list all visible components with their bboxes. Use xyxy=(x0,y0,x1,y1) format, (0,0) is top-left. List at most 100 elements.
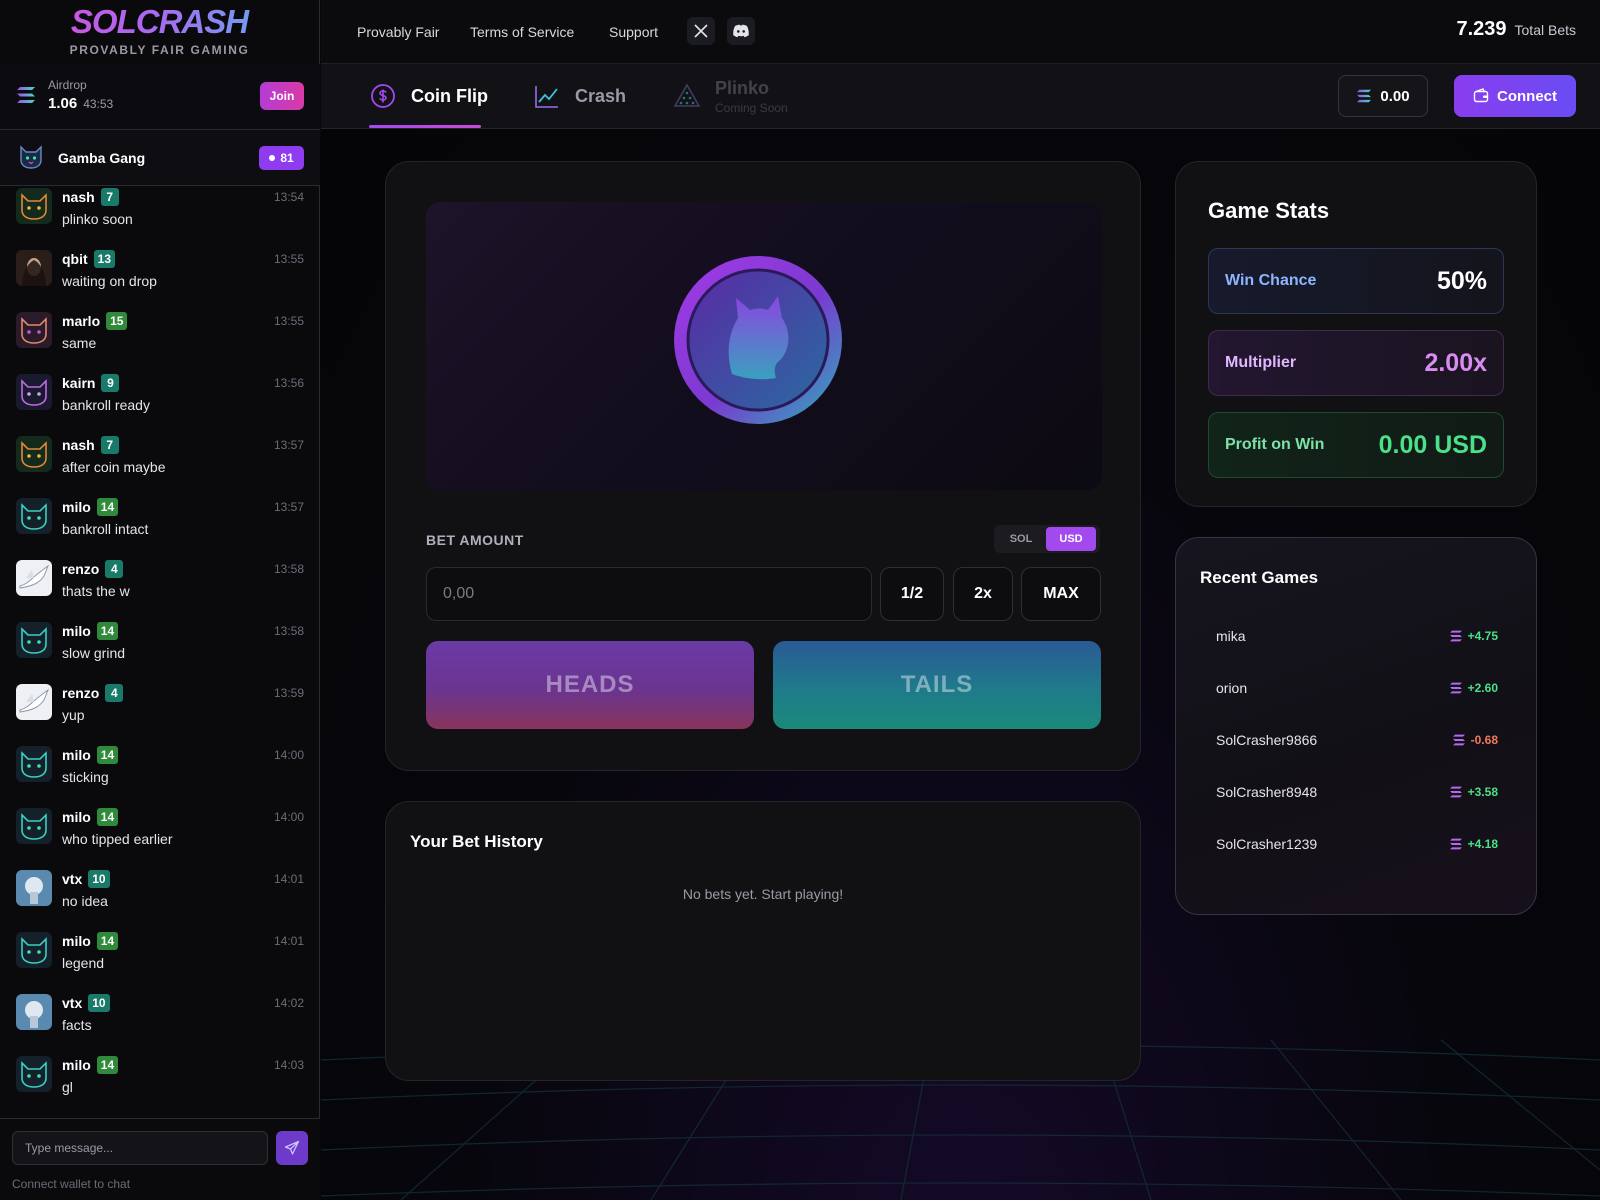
chat-username[interactable]: renzo 4 xyxy=(62,684,124,702)
chat-message-text: slow grind xyxy=(62,645,126,661)
recent-game-user[interactable]: orion xyxy=(1216,680,1247,696)
avatar[interactable] xyxy=(16,994,52,1030)
heads-button[interactable]: HEADS xyxy=(426,641,754,729)
recent-game-user[interactable]: SolCrasher9866 xyxy=(1216,732,1317,748)
chat-message-text: plinko soon xyxy=(62,211,133,227)
level-badge: 14 xyxy=(96,498,119,516)
avatar[interactable] xyxy=(16,684,52,720)
avatar[interactable] xyxy=(16,436,52,472)
currency-usd-option[interactable]: USD xyxy=(1046,527,1096,551)
total-bets-label: Total Bets xyxy=(1514,22,1576,38)
chat-username[interactable]: renzo 4 xyxy=(62,560,124,578)
x-twitter-button[interactable] xyxy=(687,17,715,45)
recent-game-user[interactable]: SolCrasher1239 xyxy=(1216,836,1317,852)
recent-game-user[interactable]: mika xyxy=(1216,628,1246,644)
avatar[interactable] xyxy=(16,312,52,348)
chat-message-input[interactable] xyxy=(12,1131,268,1165)
connect-wallet-button[interactable]: Connect xyxy=(1454,75,1576,117)
bet-history-title: Your Bet History xyxy=(410,832,543,851)
recent-games-list[interactable]: mika +4.75 orion +2.60 SolCrasher9866 -0.68 So… xyxy=(1200,610,1512,886)
username-text: marlo xyxy=(62,313,101,329)
chat-username[interactable]: milo 14 xyxy=(62,932,119,950)
chat-username[interactable]: milo 14 xyxy=(62,746,119,764)
logo-tagline: PROVABLY FAIR GAMING xyxy=(69,43,250,57)
bet-history-empty-message: No bets yet. Start playing! xyxy=(682,886,844,902)
chat-message-text: facts xyxy=(62,1017,92,1033)
chat-username[interactable]: qbit 13 xyxy=(62,250,116,268)
abstract-avatar-icon xyxy=(16,994,52,1030)
cat-avatar-icon xyxy=(16,312,52,348)
chat-username[interactable]: nash 7 xyxy=(62,436,119,454)
main-content: BET AMOUNT SOL USD 1/2 2x MAX HEADS TAIL… xyxy=(321,129,1600,1200)
airdrop-label: Airdrop xyxy=(48,78,87,92)
profit-on-win-stat: Profit on Win 0.00 USD xyxy=(1208,412,1504,478)
chat-username[interactable]: vtx 10 xyxy=(62,994,110,1012)
avatar[interactable] xyxy=(16,374,52,410)
chat-message-text: after coin maybe xyxy=(62,459,166,475)
chat-username[interactable]: milo 14 xyxy=(62,622,119,640)
chat-message-text: legend xyxy=(62,955,105,971)
bet-amount-input[interactable] xyxy=(426,567,872,621)
nav-provably-fair[interactable]: Provably Fair xyxy=(357,24,439,40)
avatar[interactable] xyxy=(16,870,52,906)
chat-message-text: sticking xyxy=(62,769,109,785)
avatar[interactable] xyxy=(16,1056,52,1092)
join-airdrop-button[interactable]: Join xyxy=(260,82,304,110)
chat-timestamp: 13:54 xyxy=(273,190,304,204)
avatar[interactable] xyxy=(16,932,52,968)
discord-button[interactable] xyxy=(727,17,755,45)
avatar[interactable] xyxy=(16,560,52,596)
level-badge: 4 xyxy=(105,684,124,702)
avatar[interactable] xyxy=(16,622,52,658)
chat-username[interactable]: kairn 9 xyxy=(62,374,120,392)
chat-username[interactable]: vtx 10 xyxy=(62,870,110,888)
chat-username[interactable]: nash 7 xyxy=(62,188,119,206)
nav-terms-of-service[interactable]: Terms of Service xyxy=(470,24,574,40)
tab-crash[interactable]: Crash xyxy=(533,80,626,128)
chat-username[interactable]: marlo 15 xyxy=(62,312,128,330)
tab-plinko-coming-soon: Coming Soon xyxy=(715,101,788,115)
avatar[interactable] xyxy=(16,250,52,286)
bird-avatar-icon xyxy=(16,684,52,720)
chat-timestamp: 13:59 xyxy=(273,686,304,700)
recent-game-amount: +2.60 xyxy=(1449,681,1498,695)
half-bet-button[interactable]: 1/2 xyxy=(880,567,944,621)
send-message-button[interactable] xyxy=(276,1131,308,1165)
max-bet-button[interactable]: MAX xyxy=(1021,567,1101,621)
chat-username[interactable]: milo 14 xyxy=(62,1056,119,1074)
chatroom-header: Gamba Gang 81 xyxy=(0,130,320,186)
chat-message-text: same xyxy=(62,335,97,351)
username-text: nash xyxy=(62,437,95,453)
chat-username[interactable]: milo 14 xyxy=(62,498,119,516)
chat-message: milo 14 slow grind 13:58 xyxy=(0,620,320,682)
wallet-balance[interactable]: 0.00 xyxy=(1338,75,1428,117)
chat-message-list[interactable]: nash 7 plinko soon 13:54 qbit 13 waiting on dr… xyxy=(0,186,320,1116)
avatar[interactable] xyxy=(16,498,52,534)
recent-game-user[interactable]: SolCrasher8948 xyxy=(1216,784,1317,800)
chat-message-text: waiting on drop xyxy=(62,273,157,289)
double-bet-button[interactable]: 2x xyxy=(953,567,1013,621)
username-text: renzo xyxy=(62,685,100,701)
tab-coin-flip[interactable]: Coin Flip xyxy=(369,80,488,128)
solana-icon xyxy=(1449,630,1462,642)
connect-label: Connect xyxy=(1497,87,1557,105)
avatar[interactable] xyxy=(16,746,52,782)
chat-username[interactable]: milo 14 xyxy=(62,808,119,826)
level-badge: 10 xyxy=(88,870,110,888)
tab-crash-label: Crash xyxy=(575,86,627,106)
avatar[interactable] xyxy=(16,808,52,844)
chat-message-text: no idea xyxy=(62,893,108,909)
tails-button[interactable]: TAILS xyxy=(773,641,1101,729)
level-badge: 7 xyxy=(100,436,119,454)
bet-history-card: Your Bet History No bets yet. Start play… xyxy=(385,801,1141,1081)
logo[interactable]: SOLCRASH PROVABLY FAIR GAMING xyxy=(0,0,319,64)
coin-flip-card: BET AMOUNT SOL USD 1/2 2x MAX HEADS TAIL… xyxy=(385,161,1141,771)
tab-plinko[interactable]: Plinko Coming Soon xyxy=(673,78,788,128)
chat-sidebar: SOLCRASH PROVABLY FAIR GAMING Airdrop 1.… xyxy=(0,0,320,1200)
wallet-balance-value: 0.00 xyxy=(1380,87,1410,105)
nav-support[interactable]: Support xyxy=(609,24,658,40)
cat-avatar-icon xyxy=(16,932,52,968)
avatar[interactable] xyxy=(16,188,52,224)
currency-sol-option[interactable]: SOL xyxy=(996,527,1046,551)
recent-games-title: Recent Games xyxy=(1200,568,1319,587)
